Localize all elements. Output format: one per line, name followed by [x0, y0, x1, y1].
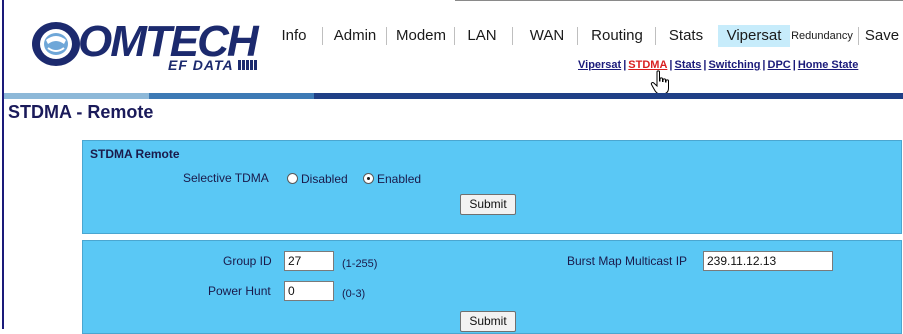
- top-border: [455, 0, 903, 1]
- subnav-home-state[interactable]: Home State: [798, 59, 859, 71]
- tab-wan[interactable]: WAN: [525, 25, 569, 47]
- brand-bars: [238, 60, 258, 70]
- tab-routing[interactable]: Routing: [585, 25, 649, 47]
- power-hunt-range: (0-3): [342, 288, 366, 300]
- page-title: STDMA - Remote: [8, 102, 154, 122]
- group-id-range: (1-255): [342, 258, 378, 270]
- nav-divider: [858, 27, 859, 45]
- nav-divider: [454, 27, 455, 45]
- subnav-stats[interactable]: Stats: [674, 59, 701, 71]
- nav-divider: [655, 27, 656, 45]
- subnav-vipersat[interactable]: Vipersat: [578, 59, 621, 71]
- radio-disabled[interactable]: [287, 173, 298, 184]
- subnav-switching[interactable]: Switching: [708, 59, 760, 71]
- tab-vipersat[interactable]: Vipersat: [718, 25, 790, 47]
- group-settings-panel: Group ID (1-255) Burst Map Multicast IP …: [82, 240, 902, 334]
- tab-admin[interactable]: Admin: [328, 25, 382, 47]
- tab-redundancy[interactable]: Redundancy: [790, 25, 854, 47]
- color-bar-mid: [149, 93, 314, 99]
- globe-icon: [32, 22, 80, 66]
- comtech-logo: OMTECH EF DATA: [30, 20, 265, 72]
- color-bar-dark: [314, 93, 903, 99]
- stdma-remote-panel: STDMA Remote Selective TDMA Disabled Ena…: [82, 140, 902, 234]
- tab-modem[interactable]: Modem: [392, 25, 450, 47]
- nav-divider: [386, 27, 387, 45]
- group-id-input[interactable]: [284, 251, 334, 271]
- radio-enabled-label: Enabled: [377, 172, 422, 186]
- panel-title: STDMA Remote: [90, 147, 180, 161]
- subnav-dpc[interactable]: DPC: [768, 59, 791, 71]
- radio-enabled[interactable]: [363, 173, 374, 184]
- subnav-separator: |: [762, 59, 766, 71]
- nav-divider: [512, 27, 513, 45]
- subnav-separator: |: [792, 59, 796, 71]
- stdma-submit-button[interactable]: Submit: [460, 194, 516, 215]
- group-id-label: Group ID: [223, 254, 272, 268]
- brand-tagline: EF DATA: [168, 57, 234, 73]
- tab-stats[interactable]: Stats: [662, 25, 710, 47]
- burst-map-label: Burst Map Multicast IP: [567, 254, 688, 268]
- tab-save[interactable]: Save: [862, 25, 902, 47]
- nav-divider: [577, 27, 578, 45]
- tab-info[interactable]: Info: [270, 25, 318, 47]
- sub-nav: Vipersat | STDMA | Stats | Switching | DPC | Home …: [578, 59, 858, 71]
- tab-lan[interactable]: LAN: [460, 25, 504, 47]
- nav-divider: [322, 27, 323, 45]
- power-hunt-input[interactable]: [284, 281, 334, 301]
- power-hunt-label: Power Hunt: [208, 284, 271, 298]
- left-border: [2, 0, 4, 329]
- burst-map-ip-input[interactable]: [703, 251, 833, 271]
- header-color-bar: [4, 93, 903, 99]
- radio-disabled-label: Disabled: [301, 172, 348, 186]
- color-bar-light: [4, 93, 149, 99]
- selective-tdma-label: Selective TDMA: [183, 171, 269, 185]
